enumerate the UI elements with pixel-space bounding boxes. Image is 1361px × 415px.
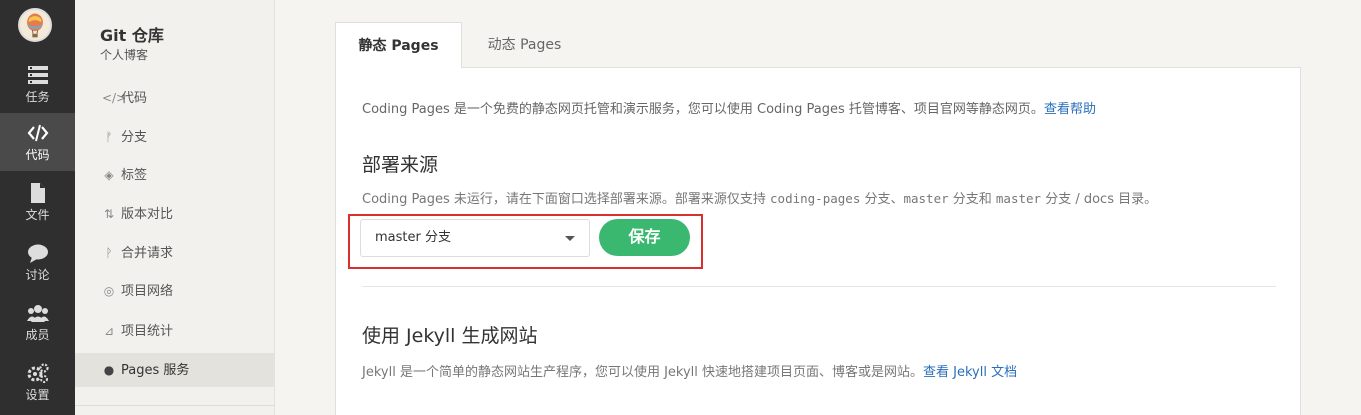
code-branch-name: coding-pages [770,191,861,206]
chat-icon [27,244,48,263]
tasks-icon [27,66,48,84]
desc-text: 分支 / docs 目录。 [1041,192,1158,207]
rail-item-members[interactable]: 成员 [0,293,75,351]
subnav-item-pages[interactable]: ● Pages 服务 [75,353,275,387]
rail-item-label: 设置 [25,388,50,402]
merge-request-icon: ᚹ [105,246,113,260]
subnav-item-label: 合并请求 [121,246,174,261]
members-icon [26,305,49,322]
file-icon [30,183,45,203]
left-rail: 任务 代码 文件 讨论 成员 设置 [0,0,75,415]
intro-text: Coding Pages 是一个免费的静态网页托管和演示服务，您可以使用 Cod… [362,98,1096,117]
rail-item-code[interactable]: 代码 [0,113,75,171]
jekyll-heading: 使用 Jekyll 生成网站 [362,325,538,347]
tab-static-pages[interactable]: 静态 Pages [335,22,462,68]
rail-item-label: 讨论 [25,268,50,282]
subnav-item-tags[interactable]: ◈ 标签 [75,158,275,192]
avatar[interactable] [18,8,52,42]
subnav-item-label: 代码 [121,91,148,106]
subnav-item-network[interactable]: ◎ 项目网络 [75,274,275,308]
subnav-item-label: 项目统计 [121,324,174,339]
subnav-item-code[interactable]: </>代码 [75,81,275,115]
desc-text: Coding Pages 未运行，请在下面窗口选择部署来源。部署来源仅支持 [362,192,771,207]
jekyll-desc-text: Jekyll 是一个简单的静态网站生产程序，您可以使用 Jekyll 快速地搭建… [362,365,924,380]
tag-icon: ◈ [104,168,114,182]
repo-subnav: Git 仓库 个人博客 </>代码 ᚠ 分支 ◈ 标签 ⇅ 版本对比 ᚹ 合并请求 ◎ 项… [75,0,275,415]
pages-panel: Coding Pages 是一个免费的静态网页托管和演示服务，您可以使用 Cod… [335,67,1301,415]
rail-item-label: 代码 [25,148,50,162]
subnav-item-merge-request[interactable]: ᚹ 合并请求 [75,236,275,270]
network-icon: ◎ [103,284,115,298]
deploy-source-select[interactable]: master 分支 [360,219,590,257]
rail-item-label: 成员 [25,328,50,342]
subnav-item-label: 分支 [121,130,148,145]
balloon-avatar-icon [20,10,50,40]
rail-item-discussion[interactable]: 讨论 [0,233,75,291]
desc-text: 分支、 [860,192,904,207]
subnav-item-label: Pages 服务 [121,363,190,378]
save-button[interactable]: 保存 [599,219,690,256]
jekyll-docs-link[interactable]: 查看 Jekyll 文档 [923,365,1017,380]
rail-item-settings[interactable]: 设置 [0,353,75,411]
jekyll-description: Jekyll 是一个简单的静态网站生产程序，您可以使用 Jekyll 快速地搭建… [362,361,1017,380]
subnav-item-compare[interactable]: ⇅ 版本对比 [75,197,275,231]
rail-item-tasks[interactable]: 任务 [0,55,75,113]
stats-icon: ⊿ [103,324,115,338]
branch-icon: ᚠ [105,130,113,144]
code-icon: </> [102,91,127,105]
code-branch-name: master [903,191,949,206]
deploy-source-description: Coding Pages 未运行，请在下面窗口选择部署来源。部署来源仅支持 co… [362,188,1157,207]
compare-icon: ⇅ [103,207,115,221]
subnav-item-branch[interactable]: ᚠ 分支 [75,120,275,154]
rail-item-label: 文件 [25,208,50,222]
subnav-item-label: 项目网络 [121,284,174,299]
deploy-source-heading: 部署来源 [362,154,439,176]
select-value: master 分支 [375,230,451,245]
globe-icon: ● [103,363,115,377]
settings-icon [27,363,49,383]
intro-description: Coding Pages 是一个免费的静态网页托管和演示服务，您可以使用 Cod… [362,102,1044,117]
repo-subtitle: 个人博客 [100,48,149,62]
caret-down-icon [565,236,575,241]
subnav-item-label: 标签 [121,168,148,183]
repo-title: Git 仓库 [100,26,164,45]
rail-item-files[interactable]: 文件 [0,173,75,231]
rail-item-label: 任务 [25,90,50,104]
subnav-divider [75,405,275,406]
desc-text: 分支和 [948,192,996,207]
code-icon [27,124,48,142]
tab-dynamic-pages[interactable]: 动态 Pages [462,22,587,68]
subnav-item-stats[interactable]: ⊿ 项目统计 [75,314,275,348]
section-divider [362,286,1276,287]
code-branch-name: master [995,191,1042,206]
help-link[interactable]: 查看帮助 [1044,102,1096,117]
subnav-item-label: 版本对比 [121,207,174,222]
